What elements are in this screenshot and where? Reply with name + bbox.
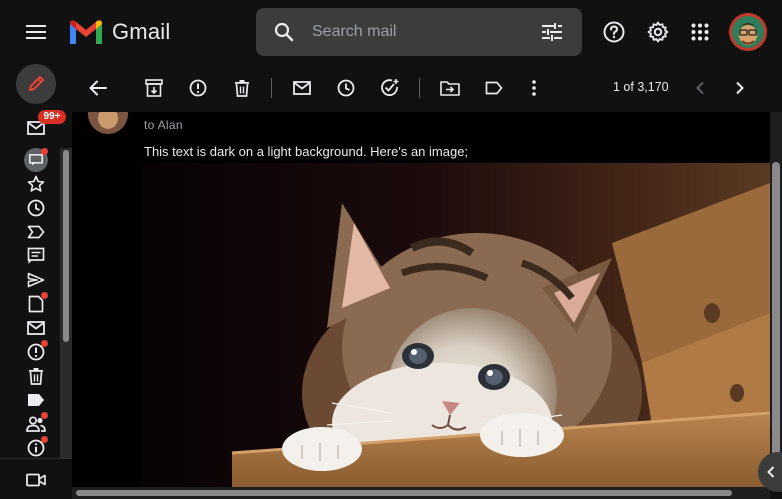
delete-trash-icon[interactable]: [230, 76, 254, 100]
gmail-logo[interactable]: Gmail: [68, 14, 170, 50]
all-mail-icon[interactable]: [24, 316, 48, 340]
message-scrollbar-thumb[interactable]: [772, 162, 780, 458]
add-to-tasks-icon[interactable]: [378, 76, 402, 100]
horizontal-scrollbar-thumb[interactable]: [76, 490, 732, 496]
toolbar-divider: [271, 78, 272, 98]
unread-dot: [41, 412, 48, 419]
label-tag-icon[interactable]: [482, 76, 506, 100]
chat-icon[interactable]: [24, 148, 48, 172]
nav-divider: [0, 458, 72, 459]
unread-dot: [41, 436, 48, 443]
snooze-clock-icon[interactable]: [334, 76, 358, 100]
search-input[interactable]: [312, 20, 532, 44]
main-menu-icon[interactable]: [20, 16, 52, 48]
important-label-icon[interactable]: [24, 220, 48, 244]
more-options-vertical-icon[interactable]: [522, 76, 546, 100]
app-name: Gmail: [112, 19, 171, 44]
gmail-m-icon: [70, 20, 102, 44]
toolbar-divider: [419, 78, 420, 98]
starred-star-icon[interactable]: [24, 172, 48, 196]
drafts-icon[interactable]: [24, 292, 48, 316]
sender-avatar[interactable]: [88, 112, 128, 134]
top-header: Gmail: [0, 0, 782, 64]
archive-icon[interactable]: [142, 76, 166, 100]
search-icon[interactable]: [272, 20, 296, 44]
chats-icon[interactable]: [24, 244, 48, 268]
sent-icon[interactable]: [24, 268, 48, 292]
settings-gear-icon[interactable]: [642, 16, 674, 48]
message-body-pane: to Alan This text is dark on a light bac…: [72, 112, 770, 487]
mark-unread-mail-icon[interactable]: [290, 76, 314, 100]
unread-dot: [41, 340, 48, 347]
nav-scrollbar-thumb[interactable]: [63, 150, 69, 342]
search-bar[interactable]: [256, 8, 582, 56]
message-pager-count: 1 of 3,170: [613, 80, 669, 94]
snoozed-clock-icon[interactable]: [24, 196, 48, 220]
support-icon[interactable]: [598, 16, 630, 48]
move-to-folder-icon[interactable]: [438, 76, 462, 100]
contacts-people-icon[interactable]: [24, 412, 48, 436]
recipient-line[interactable]: to Alan: [144, 118, 183, 132]
inbox-unread-badge: 99+: [38, 110, 66, 124]
info-icon[interactable]: [24, 436, 48, 460]
account-avatar[interactable]: [729, 13, 767, 51]
compose-button[interactable]: [16, 64, 56, 104]
categories-label-icon[interactable]: [24, 388, 48, 412]
search-options-icon[interactable]: [540, 20, 564, 44]
spam-report-icon[interactable]: [24, 340, 48, 364]
pencil-icon: [29, 76, 44, 91]
google-apps-grid-icon[interactable]: [684, 16, 716, 48]
unread-dot: [41, 148, 48, 155]
unread-dot: [41, 292, 48, 299]
message-toolbar: 1 of 3,170: [72, 64, 782, 112]
kitten-photo: [142, 163, 770, 487]
older-chevron-right-icon[interactable]: [728, 76, 752, 100]
meet-video-icon[interactable]: [24, 468, 48, 492]
trash-icon[interactable]: [24, 364, 48, 388]
message-text: This text is dark on a light background.…: [144, 144, 469, 159]
newer-chevron-left-icon[interactable]: [688, 76, 712, 100]
back-arrow-icon[interactable]: [86, 76, 110, 100]
report-spam-icon[interactable]: [186, 76, 210, 100]
chevron-left-icon: [767, 466, 775, 478]
